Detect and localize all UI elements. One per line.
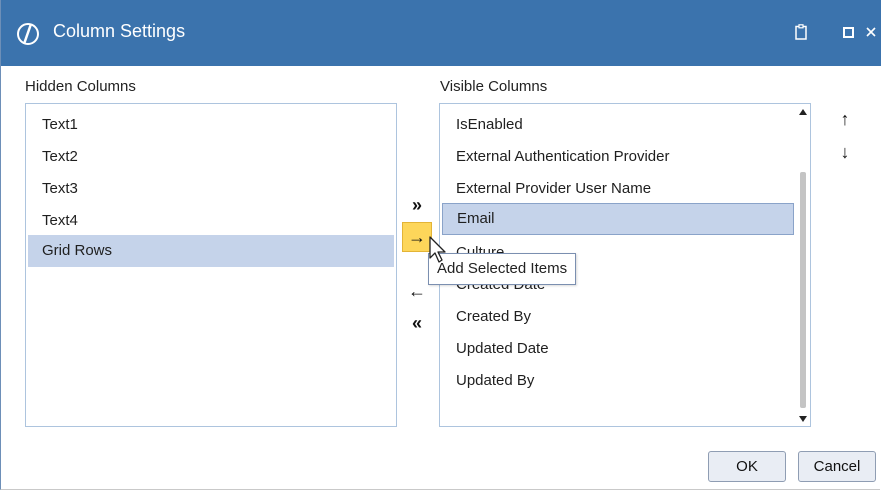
ok-button[interactable]: OK	[708, 451, 786, 482]
arrow-down-icon: ↓	[840, 141, 850, 162]
arrow-up-icon: ↑	[840, 108, 850, 129]
add-selected-button[interactable]: →	[402, 222, 432, 252]
clipboard-icon[interactable]	[790, 18, 812, 46]
scroll-up-icon[interactable]	[799, 109, 807, 115]
hidden-columns-list[interactable]: Text1 Text2 Text3 Text4 Grid Rows	[25, 103, 397, 427]
list-item-selected[interactable]: Email	[442, 203, 794, 235]
list-item[interactable]: Updated By	[442, 366, 794, 396]
window-title: Column Settings	[53, 21, 186, 41]
scrollbar-thumb[interactable]	[800, 172, 806, 408]
close-icon[interactable]	[863, 18, 879, 46]
list-item[interactable]: Text1	[28, 110, 394, 140]
tooltip: Add Selected Items	[428, 253, 577, 285]
list-item[interactable]: External Authentication Provider	[442, 142, 794, 172]
list-item-selected[interactable]: Grid Rows	[28, 235, 394, 267]
move-down-button[interactable]: ↓	[830, 137, 860, 167]
list-item[interactable]: Created By	[442, 302, 794, 332]
arrow-left-icon: ←	[408, 280, 426, 301]
title-bar: Column Settings	[1, 0, 881, 66]
maximize-icon[interactable]	[839, 18, 857, 46]
mouse-cursor-icon	[429, 236, 446, 263]
list-item[interactable]: Text2	[28, 142, 394, 172]
double-arrow-left-icon: «	[411, 312, 422, 333]
list-item[interactable]: Updated Date	[442, 334, 794, 364]
app-logo-icon	[17, 23, 39, 45]
scroll-down-icon[interactable]	[799, 416, 807, 422]
list-item[interactable]: Text4	[28, 206, 394, 236]
vertical-scrollbar[interactable]	[796, 104, 810, 426]
list-item[interactable]: Text3	[28, 174, 394, 204]
double-arrow-right-icon: »	[411, 194, 422, 215]
visible-columns-label: Visible Columns	[440, 78, 548, 95]
arrow-right-icon: →	[408, 226, 426, 247]
move-up-button[interactable]: ↑	[830, 104, 860, 134]
cancel-button[interactable]: Cancel	[798, 451, 876, 482]
remove-all-button[interactable]: «	[402, 308, 432, 338]
hidden-columns-label: Hidden Columns	[25, 78, 136, 95]
column-settings-dialog: Column Settings Hidden Columns Text1 Tex…	[0, 0, 881, 490]
list-item[interactable]: IsEnabled	[442, 110, 794, 140]
list-item[interactable]: External Provider User Name	[442, 174, 794, 204]
add-all-button[interactable]: »	[402, 190, 432, 220]
